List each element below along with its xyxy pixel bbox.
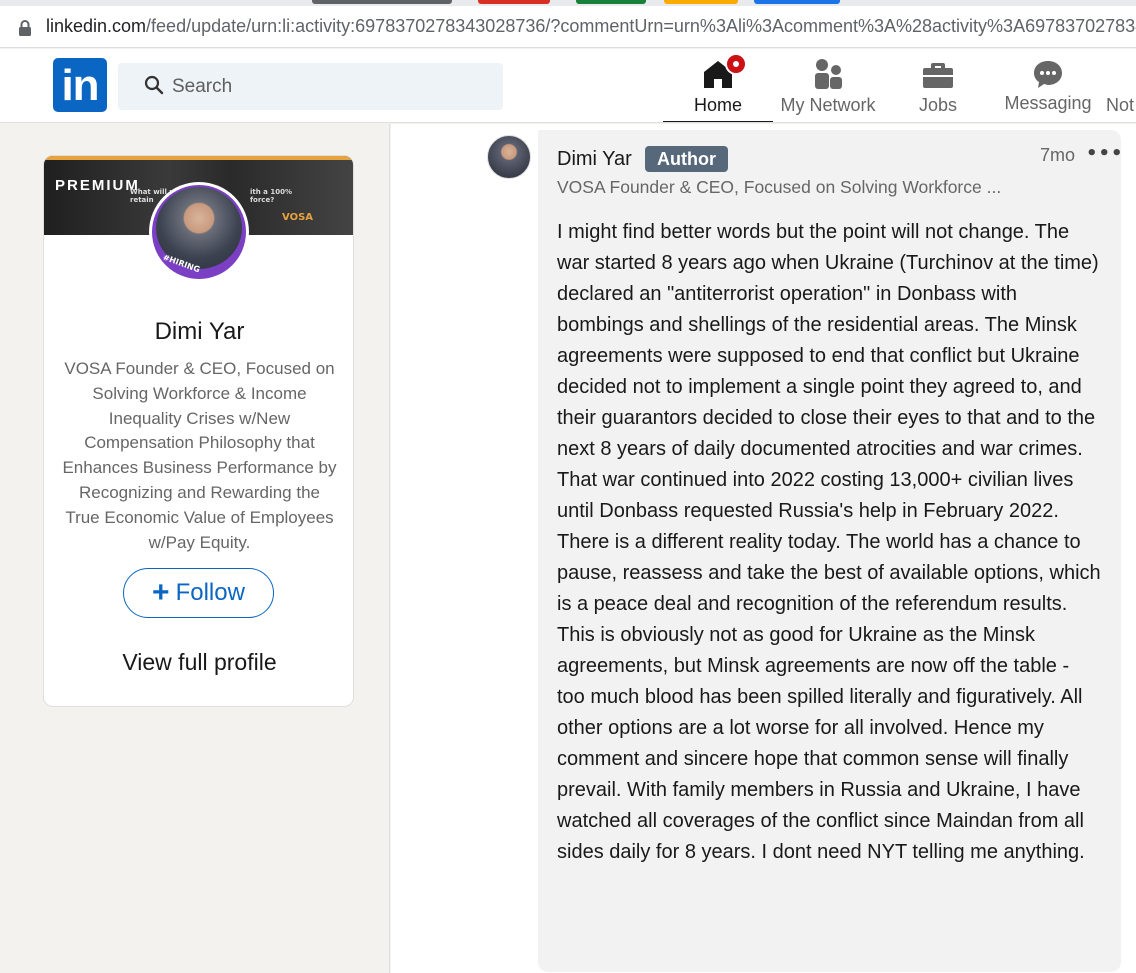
briefcase-icon <box>923 63 953 88</box>
linkedin-logo[interactable]: in <box>53 58 107 112</box>
banner-text-right-2: force? <box>250 196 275 204</box>
left-column: PREMIUM What will y retain ith a 100% forc… <box>0 124 390 973</box>
tab-indicator <box>754 0 840 4</box>
profile-card: PREMIUM What will y retain ith a 100% forc… <box>43 155 354 707</box>
view-full-profile-link[interactable]: View full profile <box>44 649 353 676</box>
commenter-avatar[interactable] <box>487 135 531 179</box>
active-underline <box>663 121 773 122</box>
hiring-ring: #HIRING <box>152 185 246 279</box>
messaging-icon <box>1034 61 1062 88</box>
plus-icon: + <box>152 576 170 609</box>
nav-notifications-label: Not <box>1106 95 1135 115</box>
comment-bubble: Dimi Yar Author 7mo ••• VOSA Founder & C… <box>538 130 1124 972</box>
tab-indicator <box>576 0 646 4</box>
nav-notifications[interactable]: Not <box>1103 49 1136 122</box>
logo-text: in <box>61 61 99 110</box>
url-domain: linkedin.com <box>46 16 147 36</box>
lock-icon <box>19 20 31 36</box>
nav-home[interactable]: Home <box>663 49 773 122</box>
search-icon <box>144 75 164 95</box>
url-text[interactable]: linkedin.com/feed/update/urn:li:activity… <box>46 16 1136 37</box>
profile-avatar[interactable]: #HIRING <box>149 182 249 282</box>
nav-home-label: Home <box>693 95 742 115</box>
address-bar[interactable]: linkedin.com/feed/update/urn:li:activity… <box>0 6 1136 48</box>
banner-text-left-2: retain <box>130 196 154 204</box>
premium-label: PREMIUM <box>55 177 140 194</box>
profile-name[interactable]: Dimi Yar <box>44 318 353 346</box>
nav-messaging-label: Messaging <box>1004 93 1092 113</box>
profile-headline: VOSA Founder & CEO, Focused on Solving W… <box>62 359 337 552</box>
nav-jobs-label: Jobs <box>918 95 958 115</box>
nav-jobs[interactable]: Jobs <box>883 49 993 122</box>
notification-badge <box>725 53 747 75</box>
more-options-icon[interactable]: ••• <box>1086 143 1124 164</box>
author-badge: Author <box>645 146 728 172</box>
banner-brand: VOSA <box>282 212 314 223</box>
search-box[interactable] <box>118 63 503 110</box>
top-nav: in Home My Network Jobs <box>0 49 1136 123</box>
search-input[interactable] <box>172 63 472 110</box>
nav-my-network[interactable]: My Network <box>773 49 883 122</box>
commenter-name[interactable]: Dimi Yar <box>557 148 632 171</box>
comment-timestamp: 7mo <box>1040 145 1076 165</box>
comment-body: I might find better words but the point … <box>557 221 1101 863</box>
tab-indicator <box>312 0 452 4</box>
banner-text-right: ith a 100% force? <box>250 188 292 204</box>
follow-label: Follow <box>175 579 245 606</box>
banner-text-right-1: ith a 100% <box>250 188 292 196</box>
commenter-headline: VOSA Founder & CEO, Focused on Solving W… <box>557 177 1002 197</box>
url-path: /feed/update/urn:li:activity:69783702783… <box>146 16 1136 36</box>
nav-messaging[interactable]: Messaging <box>993 49 1103 122</box>
follow-button[interactable]: + Follow <box>123 568 274 618</box>
tab-indicator <box>664 0 738 4</box>
network-icon <box>815 59 842 89</box>
nav-my-network-label: My Network <box>780 95 876 115</box>
tab-indicator <box>478 0 550 4</box>
main-content: Dimi Yar Author 7mo ••• VOSA Founder & C… <box>391 124 1136 973</box>
